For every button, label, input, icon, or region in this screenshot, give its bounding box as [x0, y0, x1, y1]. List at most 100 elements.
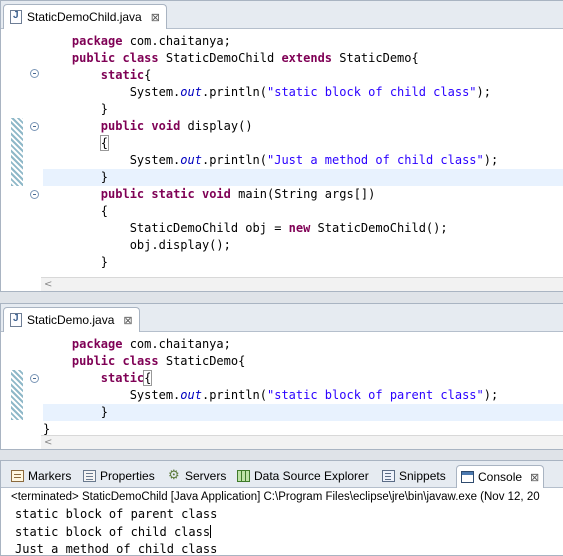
code-string: "Just a method of child class" [267, 153, 484, 167]
tab-properties[interactable]: Properties [83, 465, 155, 487]
console-output-line: static block of child class [15, 524, 212, 540]
matching-bracket: { [143, 370, 153, 386]
code-line[interactable]: } [43, 169, 563, 186]
code-text: com.chaitanya; [122, 34, 231, 48]
horizontal-scrollbar[interactable]: < [41, 277, 563, 291]
change-marker [11, 370, 23, 420]
data-source-explorer-icon [237, 470, 250, 482]
views-tabbar: Markers Properties Servers Data Source E… [1, 461, 563, 488]
tab-data-source-explorer[interactable]: Data Source Explorer [237, 465, 369, 487]
code-text: .println( [201, 153, 267, 167]
tab-label: Snippets [399, 469, 446, 483]
code-text: System. [43, 388, 181, 402]
code-line[interactable]: System.out.println("static block of chil… [43, 84, 563, 101]
code-keyword: void [201, 187, 231, 201]
code-text: .println( [201, 388, 267, 402]
code-line[interactable]: } [43, 404, 563, 421]
code-string: "static block of child class" [267, 85, 477, 99]
fold-toggle-icon[interactable] [30, 69, 39, 78]
change-marker [11, 118, 23, 186]
code-text: StaticDemo{ [332, 51, 419, 65]
code-line[interactable]: { [43, 135, 563, 152]
console-icon [461, 471, 474, 483]
editor-tab-static-demo-child[interactable]: StaticDemoChild.java ⊠ [3, 4, 167, 29]
code-area[interactable]: package com.chaitanya; public class Stat… [1, 332, 563, 436]
tab-label: Properties [100, 469, 155, 483]
code-text: ); [476, 85, 491, 99]
tab-label: Data Source Explorer [254, 469, 369, 483]
code-text: ); [483, 388, 499, 402]
snippets-icon [382, 470, 395, 482]
editor-tab-static-demo[interactable]: StaticDemo.java ⊠ [3, 307, 140, 332]
fold-toggle-icon[interactable] [30, 122, 39, 131]
code-text: } [43, 422, 51, 436]
java-file-icon [10, 313, 22, 327]
editor-tabbar: StaticDemoChild.java ⊠ [1, 1, 563, 29]
code-keyword: public [71, 51, 116, 65]
code-text: StaticDemo{ [158, 354, 246, 368]
tab-snippets[interactable]: Snippets [382, 465, 446, 487]
code-area[interactable]: package com.chaitanya; public class Stat… [1, 29, 563, 277]
code-keyword: public [71, 354, 116, 368]
code-line[interactable]: public class StaticDemoChild extends Sta… [43, 50, 563, 67]
code-line[interactable]: System.out.println("static block of pare… [43, 387, 563, 404]
tab-label: Markers [28, 469, 72, 483]
code-text: System. [43, 85, 181, 99]
close-icon[interactable]: ⊠ [530, 471, 539, 484]
code-string: "static block of parent class" [267, 388, 484, 402]
tab-servers[interactable]: Servers [168, 465, 226, 487]
code-keyword: static [100, 68, 145, 82]
scroll-left-icon[interactable]: < [44, 436, 52, 449]
code-line[interactable]: public class StaticDemo{ [43, 353, 563, 370]
code-text: { [144, 68, 152, 82]
code-line[interactable]: System.out.println("Just a method of chi… [43, 152, 563, 169]
code-keyword: void [151, 119, 181, 133]
console-output-line: Just a method of child class [15, 542, 218, 556]
code-line[interactable]: public void display() [43, 118, 563, 135]
tab-console[interactable]: Console ⊠ [456, 465, 545, 488]
horizontal-scrollbar[interactable]: < [41, 435, 563, 449]
close-icon[interactable]: ⊠ [151, 11, 160, 24]
tab-title: StaticDemo.java [27, 313, 115, 327]
code-text: display() [180, 119, 253, 133]
editor-tabbar: StaticDemo.java ⊠ [1, 304, 563, 332]
code-line[interactable]: obj.display(); [43, 237, 563, 254]
code-text: main(String args[]) [230, 187, 376, 201]
code-line[interactable]: package com.chaitanya; [43, 336, 563, 353]
code-line[interactable]: { [43, 203, 563, 220]
scroll-left-icon[interactable]: < [44, 278, 52, 291]
code-line[interactable]: } [43, 101, 563, 118]
code-text: com.chaitanya; [122, 337, 231, 351]
code-keyword: extends [281, 51, 333, 65]
fold-toggle-icon[interactable] [30, 190, 39, 199]
code-text: System. [43, 153, 181, 167]
close-icon[interactable]: ⊠ [123, 314, 132, 327]
editor-static-demo-child[interactable]: StaticDemoChild.java ⊠ package com.chait… [0, 0, 563, 292]
code-line[interactable]: static{ [43, 67, 563, 84]
code-line[interactable]: StaticDemoChild obj = new StaticDemoChil… [43, 220, 563, 237]
fold-toggle-icon[interactable] [30, 374, 39, 383]
code-field: out [180, 153, 202, 167]
code-keyword: public [100, 187, 145, 201]
code-keyword: class [122, 354, 159, 368]
code-line[interactable]: } [43, 254, 563, 271]
code-keyword: new [288, 221, 311, 235]
java-file-icon [10, 10, 22, 24]
editor-static-demo[interactable]: StaticDemo.java ⊠ package com.chaitanya;… [0, 303, 563, 450]
code-text: StaticDemoChild obj = [43, 221, 289, 235]
code-line[interactable]: static{ [43, 370, 563, 387]
code-field: out [180, 388, 202, 402]
code-line[interactable]: package com.chaitanya; [43, 33, 563, 50]
code-line[interactable]: public static void main(String args[]) [43, 186, 563, 203]
code-text: .println( [201, 85, 267, 99]
tab-markers[interactable]: Markers [11, 465, 71, 487]
views-panel: Markers Properties Servers Data Source E… [0, 460, 563, 556]
markers-icon [11, 470, 24, 482]
